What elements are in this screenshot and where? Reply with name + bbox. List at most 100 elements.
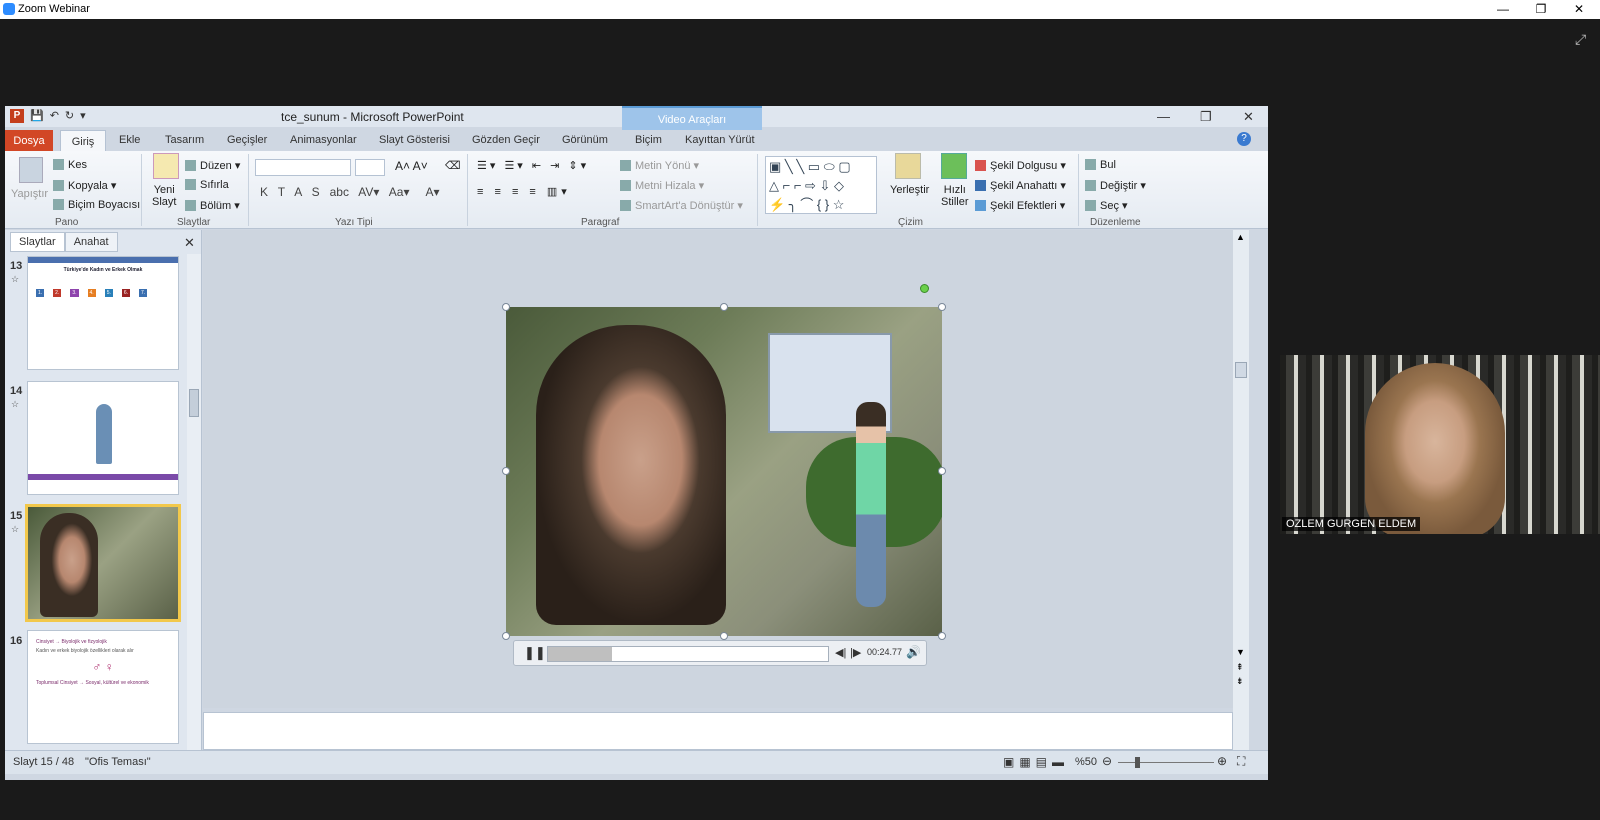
- zoom-slider-thumb[interactable]: [1135, 757, 1140, 768]
- align-text-button[interactable]: Metni Hizala ▾: [620, 179, 704, 192]
- panel-close-icon[interactable]: ✕: [184, 235, 195, 251]
- zoom-slider[interactable]: [1118, 762, 1214, 763]
- ppt-restore-button[interactable]: ❐: [1200, 109, 1212, 125]
- help-icon[interactable]: ?: [1237, 132, 1251, 146]
- zoom-in-icon[interactable]: ⊕: [1217, 754, 1227, 768]
- close-button[interactable]: ✕: [1561, 0, 1597, 19]
- tab-gozden-gecir[interactable]: Gözden Geçir: [472, 134, 540, 146]
- resize-handle[interactable]: [938, 632, 946, 640]
- shape-effects-button[interactable]: Şekil Efektleri ▾: [975, 199, 1065, 212]
- tab-tasarim[interactable]: Tasarım: [165, 134, 204, 146]
- notes-pane[interactable]: [203, 712, 1233, 750]
- customize-icon[interactable]: ▾: [80, 109, 86, 123]
- canvas-scroll-thumb[interactable]: [1235, 362, 1247, 378]
- tab-animasyonlar[interactable]: Animasyonlar: [290, 134, 357, 146]
- undo-icon[interactable]: ↶: [50, 109, 59, 123]
- resize-handle[interactable]: [720, 303, 728, 311]
- font-style-buttons[interactable]: K T A S abc AV▾ Aa▾ A▾: [260, 185, 440, 199]
- shape-fill-button[interactable]: Şekil Dolgusu ▾: [975, 159, 1066, 172]
- font-size-dropdown[interactable]: [355, 159, 385, 176]
- section-button[interactable]: Bölüm ▾: [185, 199, 240, 212]
- reset-button[interactable]: Sıfırla: [185, 179, 229, 191]
- tab-gecisler[interactable]: Geçişler: [227, 134, 267, 146]
- slide-thumbnail-14[interactable]: [27, 381, 179, 495]
- next-slide-icon[interactable]: ⇟: [1236, 676, 1244, 687]
- video-progress-track[interactable]: [547, 646, 829, 662]
- slide-thumbnail-16[interactable]: Cinsiyet → Biyolojik ve fizyolojik Kadın…: [27, 630, 179, 744]
- ppt-close-button[interactable]: ✕: [1243, 109, 1254, 125]
- align-buttons[interactable]: ≡ ≡ ≡ ≡ ▥▾: [477, 185, 571, 198]
- tab-gorunum[interactable]: Görünüm: [562, 134, 608, 146]
- ppt-minimize-button[interactable]: —: [1157, 109, 1170, 124]
- participant-name: OZLEM GURGEN ELDEM: [1282, 517, 1421, 531]
- slide-footer-bar: [28, 474, 178, 480]
- step-back-icon[interactable]: ◀|: [835, 646, 846, 659]
- resize-handle[interactable]: [502, 632, 510, 640]
- tab-anahat[interactable]: Anahat: [64, 232, 118, 252]
- scroll-down-icon[interactable]: ▼: [1236, 647, 1245, 657]
- paste-button[interactable]: Yapıştır: [11, 188, 48, 200]
- quick-access-toolbar: P 💾 ↶ ↻ ▾: [10, 109, 86, 123]
- scroll-up-icon[interactable]: ▲: [1236, 232, 1245, 242]
- tab-kayittan-yurut[interactable]: Kayıttan Yürüt: [685, 134, 755, 146]
- quick-styles-button[interactable]: Hızlı Stiller: [941, 184, 969, 208]
- resize-handle[interactable]: [938, 303, 946, 311]
- video-frame[interactable]: [506, 307, 942, 636]
- tab-slayt-gosterisi[interactable]: Slayt Gösterisi: [379, 134, 450, 146]
- format-painter-label: Biçim Boyacısı: [68, 199, 141, 211]
- shape-outline-button[interactable]: Şekil Anahattı ▾: [975, 179, 1066, 192]
- layout-label: Düzen: [200, 160, 232, 172]
- redo-icon[interactable]: ↻: [65, 109, 74, 123]
- fullscreen-icon[interactable]: ⤢: [1575, 31, 1586, 48]
- tab-ekle[interactable]: Ekle: [119, 134, 140, 146]
- volume-icon[interactable]: 🔊: [906, 645, 921, 659]
- panel-scroll-thumb[interactable]: [189, 389, 199, 417]
- canvas-scrollbar[interactable]: ▲ ▼ ⇞ ⇟: [1233, 230, 1249, 750]
- list-buttons[interactable]: ☰▾ ☰▾ ⇤ ⇥ ⇕▾: [477, 159, 589, 172]
- tab-slaytlar[interactable]: Slaytlar: [10, 232, 65, 252]
- view-buttons[interactable]: ▣▦▤▬: [1003, 755, 1069, 769]
- clear-format-icon[interactable]: ⌫: [445, 159, 461, 172]
- copy-button[interactable]: Kopyala ▾: [53, 179, 116, 192]
- shapes-gallery[interactable]: ▣ ╲ ╲ ▭ ⬭ ▢ △ ⌐ ⌐ ⇨ ⇩ ◇ ⚡ ╮ ⌒ { } ☆: [765, 156, 877, 214]
- resize-handle[interactable]: [502, 303, 510, 311]
- box: 6.: [121, 289, 131, 297]
- minimize-button[interactable]: —: [1485, 0, 1521, 19]
- slide-number: 14: [10, 385, 23, 397]
- tab-bicim[interactable]: Biçim: [635, 134, 662, 146]
- box: 2.: [53, 289, 62, 297]
- slide-thumbnail-15[interactable]: [25, 504, 181, 622]
- text-direction-label: Metin Yönü: [635, 160, 691, 172]
- prev-slide-icon[interactable]: ⇞: [1236, 662, 1244, 673]
- pause-icon[interactable]: ❚❚: [524, 645, 546, 661]
- select-button[interactable]: Seç ▾: [1085, 199, 1128, 212]
- save-icon[interactable]: 💾: [30, 109, 44, 123]
- fit-window-icon[interactable]: ⛶: [1237, 754, 1245, 769]
- text-direction-button[interactable]: Metin Yönü ▾: [620, 159, 699, 172]
- separator: [757, 154, 758, 226]
- panel-scrollbar[interactable]: [187, 254, 201, 750]
- resize-handle[interactable]: [720, 632, 728, 640]
- cut-button[interactable]: Kes: [53, 159, 87, 171]
- grow-font-icon[interactable]: A˄ A˅: [395, 159, 428, 173]
- new-slide-button[interactable]: Yeni Slayt: [152, 184, 176, 208]
- participant-video[interactable]: OZLEM GURGEN ELDEM: [1280, 355, 1600, 534]
- tab-giris[interactable]: Giriş: [60, 130, 106, 153]
- tab-dosya[interactable]: Dosya: [5, 130, 53, 152]
- layout-button[interactable]: Düzen ▾: [185, 159, 240, 172]
- restore-button[interactable]: ❐: [1523, 0, 1559, 19]
- zoom-out-icon[interactable]: ⊖: [1102, 754, 1112, 768]
- box: 5.: [104, 289, 113, 297]
- find-button[interactable]: Bul: [1085, 159, 1116, 171]
- smartart-button[interactable]: SmartArt'a Dönüştür ▾: [620, 199, 743, 212]
- replace-button[interactable]: Değiştir ▾: [1085, 179, 1146, 192]
- resize-handle[interactable]: [938, 467, 946, 475]
- step-forward-icon[interactable]: |▶: [850, 646, 861, 659]
- format-painter-button[interactable]: Biçim Boyacısı: [53, 199, 140, 211]
- font-name-dropdown[interactable]: [255, 159, 351, 176]
- copy-icon: [53, 180, 64, 191]
- resize-handle[interactable]: [502, 467, 510, 475]
- arrange-button[interactable]: Yerleştir: [890, 184, 929, 196]
- rotate-handle[interactable]: [920, 284, 929, 293]
- slide-thumbnail-13[interactable]: Türkiye'de Kadın ve Erkek Olmak 1. 2. 3.…: [27, 256, 179, 370]
